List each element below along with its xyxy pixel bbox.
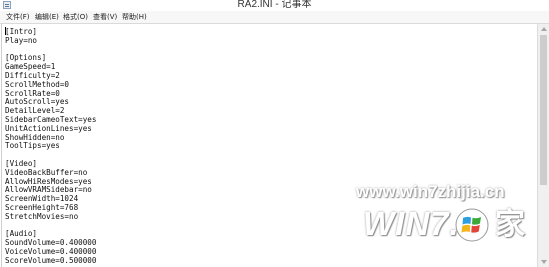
menu-view[interactable]: 查看(V) <box>93 11 117 23</box>
text-line: ScreenHeight=768 <box>5 203 79 212</box>
text-line: [Video] <box>5 159 38 168</box>
menu-help[interactable]: 帮助(H) <box>122 11 147 23</box>
menu-file[interactable]: 文件(F) <box>6 11 30 23</box>
text-line: AllowVRAMSidebar=no <box>5 185 92 195</box>
text-line: DetailLevel=2 <box>5 106 65 116</box>
menu-format[interactable]: 格式(O) <box>63 11 88 23</box>
text-line: [Audio] <box>5 229 38 239</box>
text-line: SoundVolume=0.400000 <box>5 238 97 248</box>
text-line: Difficulty=2 <box>5 71 60 80</box>
text-line: GameSpeed=1 <box>5 62 56 72</box>
window-title: RA2.INI - 记事本 <box>237 0 312 10</box>
menu-bar: 文件(F) 编辑(E) 格式(O) 查看(V) 帮助(H) <box>0 11 549 24</box>
text-line: ScreenWidth=1024 <box>5 194 79 204</box>
scrollbar-thumb[interactable] <box>540 35 547 185</box>
scroll-down-icon[interactable] <box>538 257 549 267</box>
title-bar[interactable]: RA2.INI - 记事本 <box>0 0 549 11</box>
notepad-window: RA2.INI - 记事本 文件(F) 编辑(E) 格式(O) 查看(V) 帮助… <box>0 0 549 267</box>
text-line: VoiceVolume=0.400000 <box>5 247 97 256</box>
text-line: ScoreVolume=0.500000 <box>5 255 97 265</box>
text-line: StretchMovies=no <box>5 211 79 221</box>
text-line: [Intro] <box>5 27 38 36</box>
text-line: UnitActionLines=yes <box>5 123 92 133</box>
menu-edit[interactable]: 编辑(E) <box>35 11 59 23</box>
text-line: VideoBackBuffer=no <box>5 167 88 177</box>
text-line: ToolTips=yes <box>5 141 60 151</box>
text-line: [Options] <box>5 53 47 63</box>
text-line: AutoScroll=yes <box>5 97 70 107</box>
text-editor-area[interactable]: [Intro] Play=no [Options] GameSpeed=1 Diffic… <box>1 24 537 267</box>
text-line: Play=no <box>5 35 38 45</box>
vertical-scrollbar[interactable] <box>537 24 549 267</box>
text-line: ScrollMethod=0 <box>5 79 70 89</box>
text-line: ShowHidden=no <box>5 132 65 142</box>
text-line: ScrollRate=0 <box>5 88 60 98</box>
scroll-up-icon[interactable] <box>538 24 549 34</box>
text-line: SidebarCameoText=yes <box>5 115 97 124</box>
text-line: AllowHiResModes=yes <box>5 176 92 186</box>
